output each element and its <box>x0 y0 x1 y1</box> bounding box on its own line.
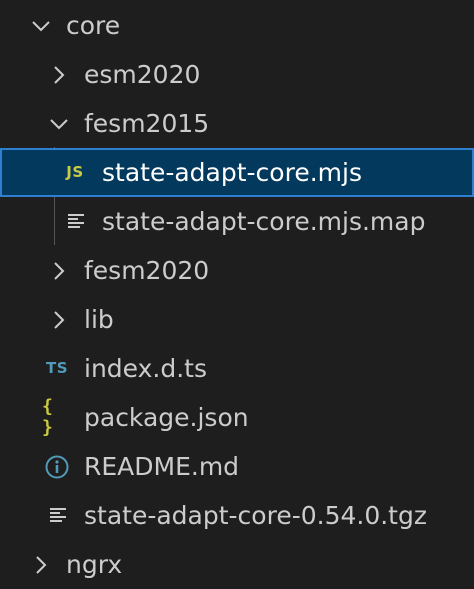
tree-item-ngrx-folder[interactable]: ngrx <box>0 540 474 589</box>
tree-item-label: index.d.ts <box>84 354 207 383</box>
tree-item-label: fesm2015 <box>84 109 210 138</box>
info-icon <box>44 454 70 480</box>
tree-item-label: state-adapt-core.mjs <box>102 158 362 187</box>
tree-item-label: state-adapt-core.mjs.map <box>102 207 426 236</box>
tree-item-fesm2015-folder[interactable]: fesm2015 <box>0 99 474 148</box>
tree-item-label: README.md <box>84 452 240 481</box>
tree-item-label: lib <box>84 305 114 334</box>
tree-item-package-json[interactable]: { } package.json <box>0 393 474 442</box>
json-file-icon: { } <box>42 396 54 438</box>
tree-item-label: package.json <box>84 403 249 432</box>
tree-item-label: state-adapt-core-0.54.0.tgz <box>84 501 427 530</box>
ts-file-icon: TS <box>45 359 69 377</box>
tree-item-label: core <box>66 11 121 40</box>
tree-item-state-adapt-core-tgz[interactable]: state-adapt-core-0.54.0.tgz <box>0 491 474 540</box>
tree-item-label: esm2020 <box>84 60 201 89</box>
tree-item-state-adapt-core-mjs-map[interactable]: state-adapt-core.mjs.map <box>0 197 474 246</box>
chevron-right-icon <box>48 64 70 86</box>
chevron-down-icon <box>48 113 70 135</box>
lines-file-icon <box>48 505 68 525</box>
chevron-right-icon <box>48 309 70 331</box>
lines-file-icon <box>66 211 86 231</box>
js-file-icon: JS <box>66 163 84 181</box>
tree-item-esm2020-folder[interactable]: esm2020 <box>0 50 474 99</box>
tree-item-core-folder[interactable]: core <box>0 1 474 50</box>
tree-item-lib-folder[interactable]: lib <box>0 295 474 344</box>
tree-item-readme-md[interactable]: README.md <box>0 442 474 491</box>
file-explorer-tree: core esm2020 fesm2015 JS state-adapt-cor… <box>0 0 474 577</box>
chevron-right-icon <box>30 554 52 576</box>
tree-item-index-d-ts[interactable]: TS index.d.ts <box>0 344 474 393</box>
tree-item-fesm2020-folder[interactable]: fesm2020 <box>0 246 474 295</box>
tree-item-label: fesm2020 <box>84 256 210 285</box>
tree-item-label: ngrx <box>66 550 123 579</box>
tree-item-state-adapt-core-mjs[interactable]: JS state-adapt-core.mjs <box>0 148 474 197</box>
chevron-right-icon <box>48 260 70 282</box>
chevron-down-icon <box>30 15 52 37</box>
